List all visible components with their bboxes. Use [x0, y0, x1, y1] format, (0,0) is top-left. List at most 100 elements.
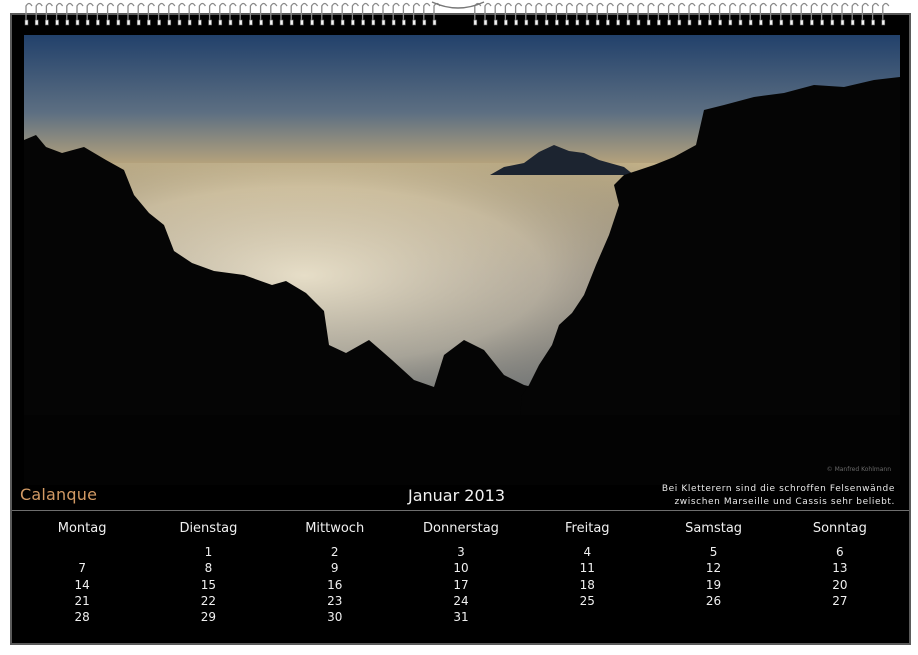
binding-hole [208, 19, 212, 26]
binding-hole [147, 19, 151, 26]
spiral-loop [35, 2, 43, 22]
binding-hole [300, 19, 304, 26]
spiral-loop [270, 2, 278, 22]
spiral-loop [310, 2, 319, 22]
spiral-loop [708, 2, 716, 22]
day-cell: 30 [327, 610, 343, 625]
binding-hole [340, 19, 345, 26]
binding-hole [606, 19, 610, 26]
binding-hole [289, 19, 294, 26]
spiral-loop [504, 2, 512, 22]
binding-hole [575, 19, 580, 26]
spiral-loop [208, 2, 217, 22]
binding-hole [534, 19, 539, 26]
spiral-loop [229, 2, 237, 22]
spiral-loop [729, 2, 737, 22]
day-cell: 8 [204, 561, 213, 576]
binding-hole [34, 19, 39, 26]
day-cell: 25 [579, 593, 595, 608]
binding-hole [269, 19, 274, 26]
spiral-loop [249, 2, 257, 22]
spiral-loop [76, 2, 84, 22]
spiral-loop [147, 2, 155, 22]
binding-hole [657, 19, 661, 26]
spiral-loop [800, 2, 808, 22]
day-cell: 26 [705, 593, 722, 608]
spiral-loop [127, 2, 135, 22]
binding-hole [259, 19, 263, 26]
photo-credit: © Manfred Kohlmann [826, 466, 891, 473]
binding-hole [330, 19, 335, 26]
calanque-landscape-image [24, 35, 900, 485]
weekday-label: Samstag [685, 521, 743, 536]
spiral-loop [861, 2, 869, 22]
binding-hole [432, 19, 437, 26]
caption-line: zwischen Marseille und Cassis sehr belie… [674, 497, 895, 507]
spiral-loop [882, 2, 890, 22]
binding-hole [524, 19, 529, 26]
spiral-loop [810, 2, 818, 22]
spiral-loop [759, 2, 767, 22]
day-cell: 21 [74, 593, 90, 608]
day-cell: 1 [204, 545, 213, 559]
spiral-loop [616, 2, 625, 22]
binding-hole [177, 19, 182, 26]
spiral-loop [871, 2, 880, 22]
caption-line: Bei Kletterern sind die schroffen Felsen… [661, 484, 895, 494]
spiral-loop [586, 2, 594, 22]
binding-hole [422, 19, 427, 26]
spiral-loop [106, 2, 115, 22]
spiral-loop [627, 2, 635, 22]
day-cell: 2 [330, 545, 339, 559]
binding-hole [198, 19, 202, 26]
binding-hole [361, 19, 365, 26]
day-cell: 24 [453, 593, 469, 608]
binding-hole [799, 19, 804, 26]
weekday-label: Freitag [565, 521, 610, 536]
spiral-loop [647, 2, 655, 22]
spiral-loop [657, 2, 665, 22]
binding-hole [565, 19, 569, 26]
spiral-loop [392, 2, 400, 22]
spiral-loop [596, 2, 604, 22]
day-cell [650, 609, 776, 625]
binding-hole [24, 19, 29, 26]
spiral-loop [831, 2, 839, 22]
binding-hole [187, 19, 192, 26]
day-cell: 14 [74, 577, 90, 592]
weekday-label: Montag [57, 521, 107, 536]
spiral-loop [790, 2, 798, 22]
binding-hole [626, 19, 631, 26]
spiral-loop [698, 2, 706, 22]
binding-hole [65, 19, 70, 26]
spiral-loop [157, 2, 166, 22]
spiral-loop [96, 2, 104, 22]
binding-hole [677, 19, 682, 26]
spiral-loop [402, 2, 410, 22]
day-cell: 7 [78, 561, 86, 576]
binding-hole [106, 19, 110, 26]
binding-hole [116, 19, 121, 26]
spiral-loop [290, 2, 298, 22]
binding-hole [136, 19, 141, 26]
spiral-loop [259, 2, 268, 22]
binding-hole [555, 19, 559, 26]
spiral-loop [25, 2, 33, 22]
binding-hole [493, 19, 498, 26]
spiral-loop [137, 2, 145, 22]
binding-hole [412, 19, 416, 26]
day-cell: 9 [330, 561, 339, 576]
spiral-loop [545, 2, 553, 22]
day-cell: 5 [709, 545, 718, 559]
day-cell [19, 544, 145, 560]
binding-hole [738, 19, 743, 26]
hanger-icon [431, 1, 485, 9]
binding-hole [249, 19, 253, 26]
spiral-loop [361, 2, 370, 22]
binding-hole [45, 19, 49, 26]
day-cell: 13 [832, 561, 848, 576]
weekday-column-tuesday: Dienstag 1 8 15 22 29 [145, 520, 271, 625]
spiral-loop [820, 2, 829, 22]
spiral-loop [341, 2, 349, 22]
binding-hole [85, 19, 90, 26]
